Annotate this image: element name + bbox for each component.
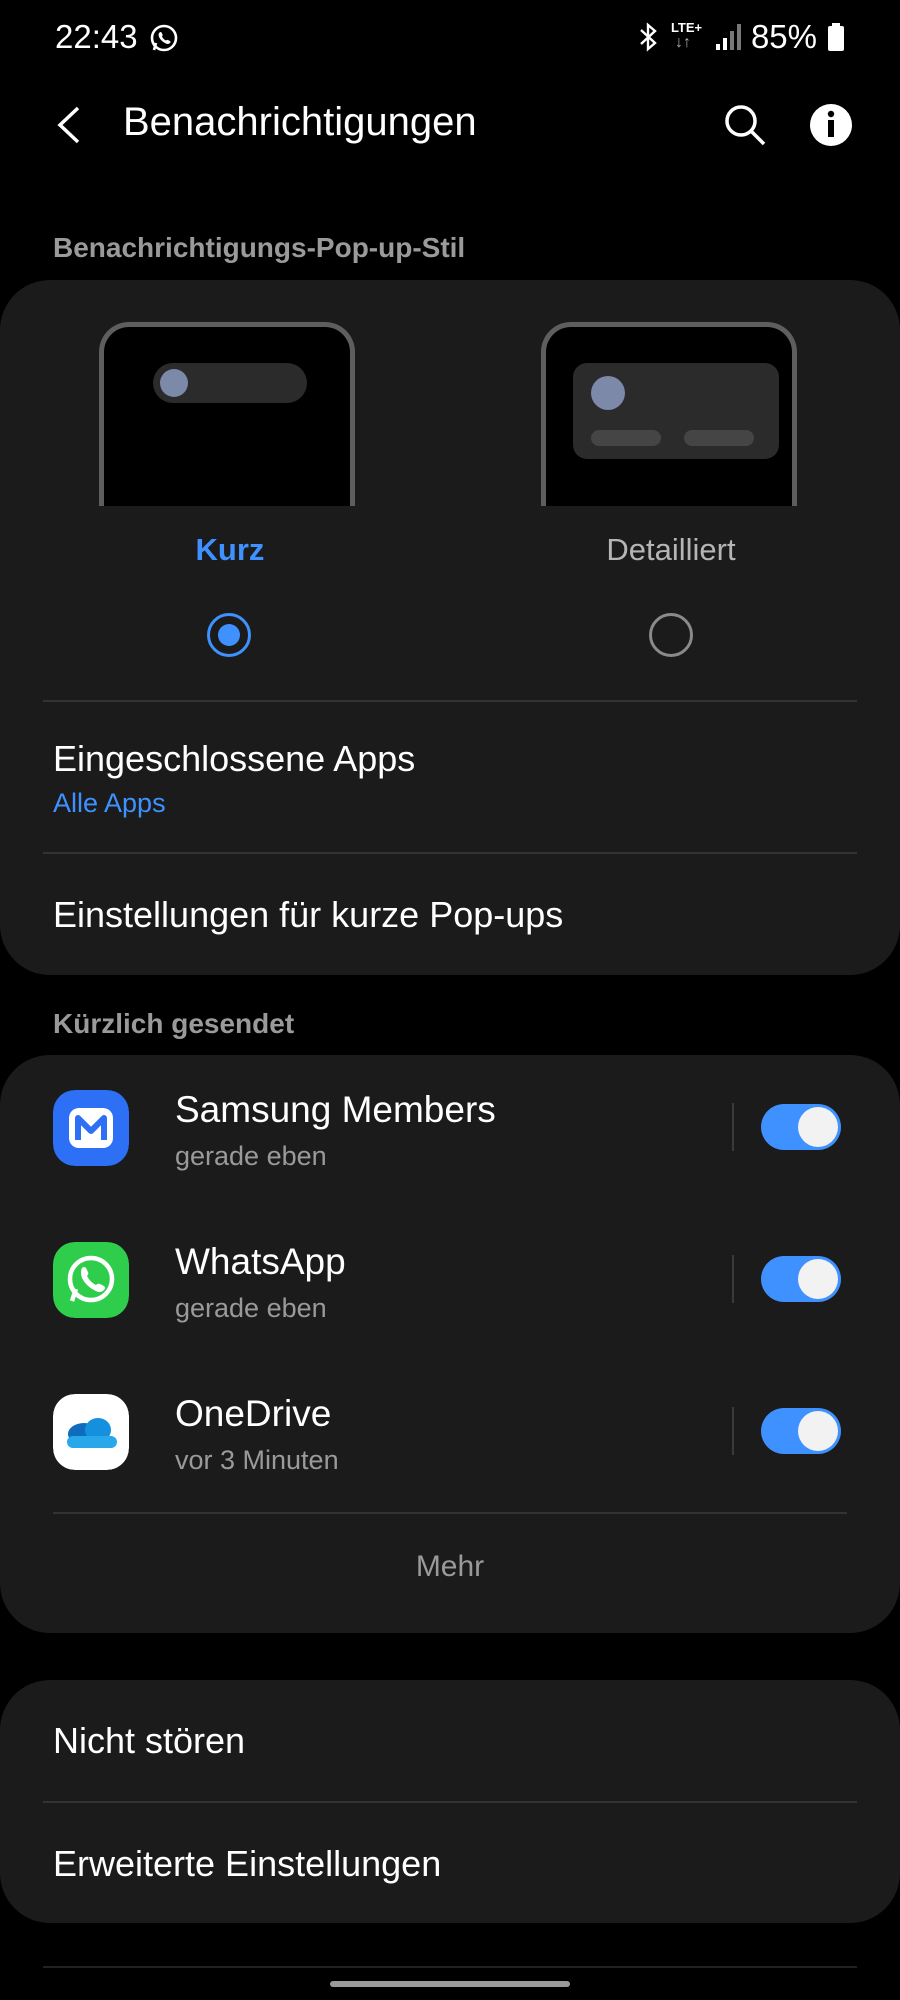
separator <box>732 1103 734 1151</box>
section-label-recent: Kürzlich gesendet <box>53 1008 295 1039</box>
detailed-popup-bar <box>591 430 661 446</box>
status-bar: 22:43 LTE+ ↓↑ 85% <box>0 0 900 76</box>
status-indicators: LTE+ ↓↑ 85% <box>637 18 845 56</box>
status-time: 22:43 <box>55 18 138 55</box>
back-icon[interactable] <box>48 100 92 150</box>
app-row-whatsapp[interactable]: WhatsApp gerade eben <box>0 1207 900 1359</box>
detailed-popup-bar <box>684 430 754 446</box>
app-name: WhatsApp <box>175 1241 346 1282</box>
app-row-onedrive[interactable]: OneDrive vor 3 Minuten <box>0 1359 900 1511</box>
battery-icon <box>828 23 844 51</box>
advanced-settings-title: Erweiterte Einstellungen <box>53 1843 442 1884</box>
detailed-popup-dot <box>591 376 625 410</box>
bluetooth-icon <box>640 22 657 52</box>
radio-brief[interactable] <box>207 613 251 657</box>
advanced-settings-row[interactable]: Erweiterte Einstellungen <box>0 1803 900 1923</box>
whatsapp-icon <box>53 1242 129 1318</box>
info-icon[interactable] <box>806 100 856 150</box>
toggle-whatsapp[interactable] <box>761 1256 841 1302</box>
detailed-preview[interactable] <box>541 322 797 506</box>
popup-style-card: Kurz Detailliert Eingeschlossene Apps Al… <box>0 280 900 975</box>
search-icon[interactable] <box>720 100 770 150</box>
onedrive-icon <box>53 1394 129 1470</box>
recent-apps-card: Samsung Members gerade eben WhatsApp ger… <box>0 1055 900 1633</box>
dnd-row[interactable]: Nicht stören <box>0 1680 900 1801</box>
app-bar: Benachrichtigungen <box>0 88 900 158</box>
toggle-onedrive[interactable] <box>761 1408 841 1454</box>
divider <box>53 1512 847 1514</box>
separator <box>732 1255 734 1303</box>
app-name: OneDrive <box>175 1393 332 1434</box>
other-settings-card: Nicht stören Erweiterte Einstellungen <box>0 1680 900 1923</box>
page-title: Benachrichtigungen <box>123 100 477 144</box>
app-row-samsung-members[interactable]: Samsung Members gerade eben <box>0 1055 900 1207</box>
brief-popup-dot <box>160 369 188 397</box>
home-indicator[interactable] <box>330 1981 570 1987</box>
toggle-samsung-members[interactable] <box>761 1104 841 1150</box>
more-button[interactable]: Mehr <box>0 1550 900 1584</box>
app-time: gerade eben <box>175 1141 327 1171</box>
lte-icon: LTE+ ↓↑ <box>670 20 703 51</box>
included-apps-title: Eingeschlossene Apps <box>53 738 416 779</box>
brief-settings-title: Einstellungen für kurze Pop-ups <box>53 894 564 935</box>
signal-icon <box>715 24 741 50</box>
option-label-brief[interactable]: Kurz <box>80 532 380 568</box>
app-name: Samsung Members <box>175 1089 496 1130</box>
included-apps-row[interactable]: Eingeschlossene Apps Alle Apps <box>0 702 900 852</box>
toggle-knob <box>798 1259 838 1299</box>
option-label-detailed[interactable]: Detailliert <box>521 532 821 568</box>
radio-detailed[interactable] <box>649 613 693 657</box>
separator <box>732 1407 734 1455</box>
battery-percent: 85% <box>750 18 817 55</box>
toggle-knob <box>798 1411 838 1451</box>
app-time: vor 3 Minuten <box>175 1445 339 1475</box>
samsung-members-icon <box>53 1090 129 1166</box>
network-type: LTE+ <box>670 20 703 35</box>
bottom-divider <box>43 1966 857 1968</box>
brief-settings-row[interactable]: Einstellungen für kurze Pop-ups <box>0 854 900 974</box>
included-apps-value: Alle Apps <box>53 788 166 818</box>
section-label-popup-style: Benachrichtigungs-Pop-up-Stil <box>53 232 466 263</box>
whatsapp-status-icon <box>150 24 178 52</box>
radio-brief-dot <box>218 624 240 646</box>
dnd-title: Nicht stören <box>53 1720 246 1761</box>
app-time: gerade eben <box>175 1293 327 1323</box>
toggle-knob <box>798 1107 838 1147</box>
brief-preview[interactable] <box>99 322 355 506</box>
